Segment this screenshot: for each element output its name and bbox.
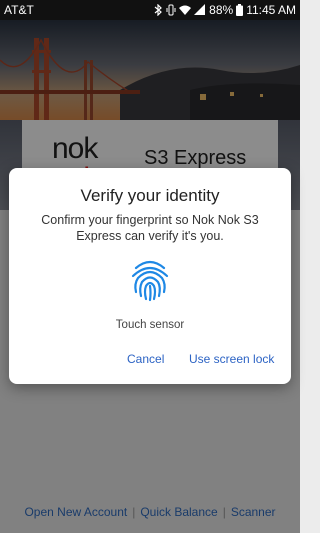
status-bar: AT&T 88% 11:45 AM	[0, 0, 300, 20]
touch-sensor-label: Touch sensor	[115, 319, 185, 331]
clock: 11:45 AM	[246, 3, 296, 17]
carrier-label: AT&T	[4, 3, 34, 17]
vibrate-icon	[166, 4, 176, 16]
wifi-icon	[179, 4, 192, 16]
battery-icon	[236, 4, 244, 16]
use-screen-lock-button[interactable]: Use screen lock	[189, 352, 274, 366]
signal-icon	[194, 4, 206, 16]
fingerprint-icon	[130, 258, 170, 302]
battery-percent: 88%	[209, 3, 234, 17]
bluetooth-icon	[154, 4, 163, 16]
dialog-message: Confirm your fingerprint so Nok Nok S3 E…	[41, 213, 259, 243]
dialog-title: Verify your identity	[80, 186, 220, 205]
cancel-button[interactable]: Cancel	[127, 352, 164, 366]
fingerprint-dialog: Verify your identity Confirm your finger…	[9, 168, 291, 384]
